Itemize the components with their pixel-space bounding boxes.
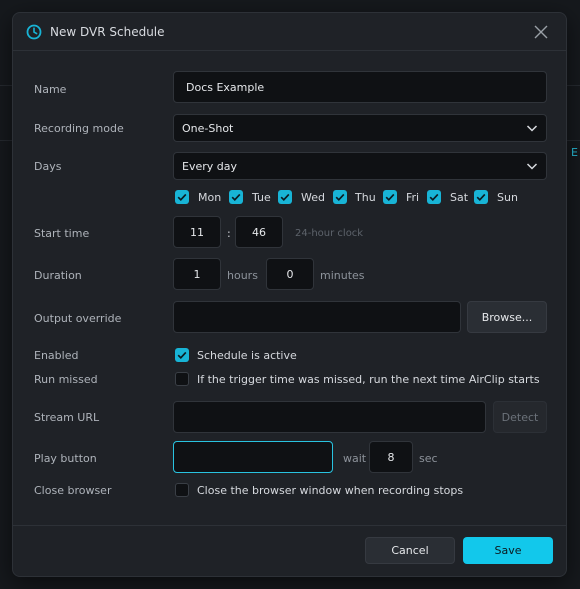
recording-mode-select[interactable]: One-Shot <box>173 114 547 142</box>
checkmark-icon <box>231 193 241 202</box>
recording-mode-label: Recording mode <box>34 122 124 135</box>
output-override-input[interactable] <box>173 301 461 333</box>
stream-url-input[interactable] <box>173 401 486 433</box>
clock-icon <box>26 24 42 40</box>
save-button[interactable]: Save <box>463 537 553 564</box>
checkmark-icon <box>177 351 187 360</box>
start-minute-input[interactable]: 46 <box>235 216 283 248</box>
cancel-button[interactable]: Cancel <box>365 537 455 564</box>
background-text: E <box>571 146 578 159</box>
chevron-down-icon <box>526 163 538 170</box>
wait-label: wait <box>343 452 367 465</box>
days-select[interactable]: Every day <box>173 152 547 180</box>
name-input[interactable]: Docs Example <box>173 71 547 103</box>
enabled-label: Enabled <box>34 349 79 362</box>
checkmark-icon <box>177 193 187 202</box>
sun-checkbox[interactable] <box>474 190 488 204</box>
tue-label: Tue <box>252 191 271 204</box>
fri-label: Fri <box>406 191 420 204</box>
recording-mode-value: One-Shot <box>182 121 234 135</box>
checkmark-icon <box>335 193 345 202</box>
days-label: Days <box>34 160 62 173</box>
name-value: Docs Example <box>186 80 265 94</box>
checkmark-icon <box>385 193 395 202</box>
close-browser-text: Close the browser window when recording … <box>197 484 464 497</box>
stream-url-label: Stream URL <box>34 411 100 424</box>
checkmark-icon <box>429 193 439 202</box>
enabled-text: Schedule is active <box>197 349 297 362</box>
hours-unit-label: hours <box>227 269 258 282</box>
sun-label: Sun <box>497 191 518 204</box>
start-minute-value: 46 <box>252 225 266 239</box>
start-hour-input[interactable]: 11 <box>173 216 221 248</box>
close-browser-checkbox[interactable] <box>175 483 189 497</box>
dialog-titlebar: New DVR Schedule <box>13 13 566 51</box>
wait-seconds-value: 8 <box>387 450 395 464</box>
checkmark-icon <box>280 193 290 202</box>
start-hour-value: 11 <box>190 225 204 239</box>
dialog-title: New DVR Schedule <box>50 25 165 39</box>
new-dvr-schedule-dialog: New DVR Schedule Name Docs Example Recor… <box>12 12 567 577</box>
wed-checkbox[interactable] <box>278 190 292 204</box>
mon-label: Mon <box>198 191 222 204</box>
background-divider <box>567 140 580 141</box>
run-missed-checkbox[interactable] <box>175 372 189 386</box>
name-label: Name <box>34 83 67 96</box>
enabled-checkbox[interactable] <box>175 348 189 362</box>
duration-hours-value: 1 <box>193 267 201 281</box>
background-divider <box>567 85 580 86</box>
sat-label: Sat <box>450 191 469 204</box>
duration-label: Duration <box>34 269 82 282</box>
duration-minutes-input[interactable]: 0 <box>266 258 314 290</box>
close-icon[interactable] <box>532 23 550 41</box>
thu-checkbox[interactable] <box>333 190 347 204</box>
background-divider <box>0 140 12 141</box>
start-time-label: Start time <box>34 227 90 240</box>
wed-label: Wed <box>301 191 325 204</box>
seconds-unit-label: sec <box>419 452 438 465</box>
thu-label: Thu <box>355 191 376 204</box>
time-separator: : <box>227 227 231 240</box>
chevron-down-icon <box>526 125 538 132</box>
mon-checkbox[interactable] <box>175 190 189 204</box>
checkmark-icon <box>476 193 486 202</box>
browse-button[interactable]: Browse... <box>467 301 547 333</box>
wait-seconds-input[interactable]: 8 <box>369 441 413 473</box>
footer-divider <box>13 525 566 526</box>
detect-button[interactable]: Detect <box>493 401 547 433</box>
output-override-label: Output override <box>34 312 122 325</box>
tue-checkbox[interactable] <box>229 190 243 204</box>
play-button-input[interactable] <box>173 441 333 473</box>
minutes-unit-label: minutes <box>320 269 365 282</box>
run-missed-text: If the trigger time was missed, run the … <box>197 373 540 386</box>
sat-checkbox[interactable] <box>427 190 441 204</box>
play-button-label: Play button <box>34 452 97 465</box>
background-divider <box>0 85 12 86</box>
fri-checkbox[interactable] <box>383 190 397 204</box>
duration-minutes-value: 0 <box>286 267 294 281</box>
days-value: Every day <box>182 159 237 173</box>
close-browser-label: Close browser <box>34 484 112 497</box>
duration-hours-input[interactable]: 1 <box>173 258 221 290</box>
run-missed-label: Run missed <box>34 373 98 386</box>
clock-format-hint: 24-hour clock <box>295 228 364 239</box>
